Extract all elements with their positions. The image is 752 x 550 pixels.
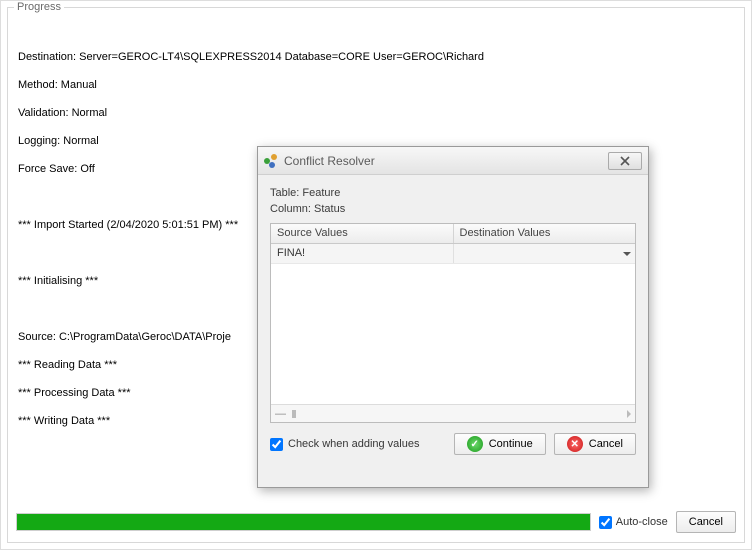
grid-header-row: Source Values Destination Values bbox=[271, 224, 635, 244]
close-button[interactable] bbox=[608, 152, 642, 170]
values-grid: Source Values Destination Values FINA! — bbox=[270, 223, 636, 423]
autoclose-option[interactable]: Auto-close bbox=[599, 516, 668, 529]
dialog-title: Conflict Resolver bbox=[264, 154, 608, 168]
dialog-title-text: Conflict Resolver bbox=[284, 154, 375, 168]
cancel-button[interactable]: Cancel bbox=[676, 511, 736, 533]
continue-button-label: Continue bbox=[489, 438, 533, 450]
dialog-body: Table: Feature Column: Status Source Val… bbox=[258, 175, 648, 465]
panel-title: Progress bbox=[14, 1, 64, 13]
autoclose-checkbox[interactable] bbox=[599, 516, 612, 529]
grid-scrollbar[interactable] bbox=[292, 410, 631, 418]
cancel-button-label: Cancel bbox=[689, 516, 723, 528]
dialog-cancel-button[interactable]: ✕ Cancel bbox=[554, 433, 636, 455]
check-when-adding-label: Check when adding values bbox=[288, 438, 419, 450]
grid-footer-marker: — bbox=[275, 408, 286, 420]
autoclose-label: Auto-close bbox=[616, 516, 668, 528]
column-label: Column: Status bbox=[270, 203, 636, 215]
progressbar bbox=[16, 513, 591, 531]
dialog-actions: Check when adding values ✓ Continue ✕ Ca… bbox=[270, 423, 636, 455]
log-line: Destination: Server=GEROC-LT4\SQLEXPRESS… bbox=[18, 50, 734, 64]
chevron-down-icon bbox=[623, 252, 631, 256]
header-source-values[interactable]: Source Values bbox=[271, 224, 454, 243]
dialog-titlebar[interactable]: Conflict Resolver bbox=[258, 147, 648, 175]
dialog-cancel-button-label: Cancel bbox=[589, 438, 623, 450]
app-icon bbox=[264, 154, 278, 168]
conflict-resolver-dialog: Conflict Resolver Table: Feature Column:… bbox=[257, 146, 649, 488]
check-when-adding-option[interactable]: Check when adding values bbox=[270, 438, 446, 451]
table-label: Table: Feature bbox=[270, 187, 636, 199]
grid-row[interactable]: FINA! bbox=[271, 244, 635, 264]
cell-destination-value[interactable] bbox=[454, 244, 636, 263]
header-destination-values[interactable]: Destination Values bbox=[454, 224, 636, 243]
log-line: Method: Manual bbox=[18, 78, 734, 92]
cancel-icon: ✕ bbox=[567, 436, 583, 452]
check-icon: ✓ bbox=[467, 436, 483, 452]
bottom-bar: Auto-close Cancel bbox=[16, 510, 736, 534]
progressbar-fill bbox=[17, 514, 590, 530]
log-line: Validation: Normal bbox=[18, 106, 734, 120]
cell-source-value[interactable]: FINA! bbox=[271, 244, 454, 263]
close-icon bbox=[620, 156, 630, 166]
grid-footer: — bbox=[271, 404, 635, 422]
check-when-adding-checkbox[interactable] bbox=[270, 438, 283, 451]
continue-button[interactable]: ✓ Continue bbox=[454, 433, 546, 455]
grid-body: FINA! bbox=[271, 244, 635, 404]
